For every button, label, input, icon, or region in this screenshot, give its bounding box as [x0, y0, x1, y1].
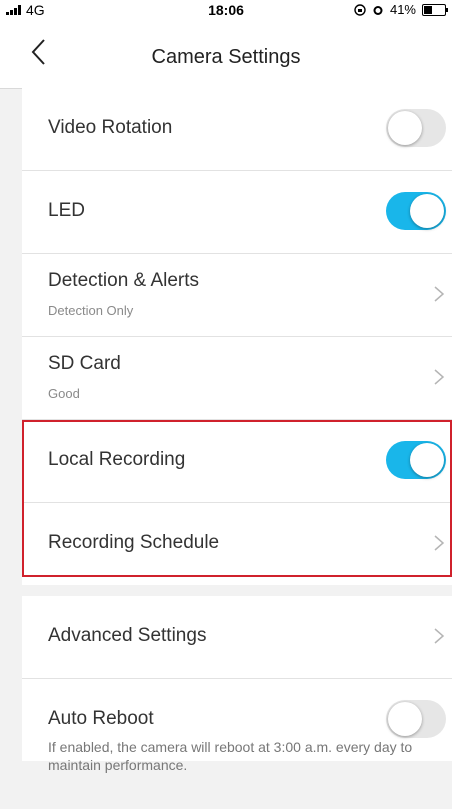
video-rotation-row: Video Rotation	[22, 88, 452, 171]
status-bar: 4G 18:06 41%	[0, 0, 452, 20]
toggle-knob	[388, 702, 422, 736]
video-rotation-toggle[interactable]	[386, 109, 446, 147]
auto-reboot-label: Auto Reboot	[48, 708, 154, 729]
page-title: Camera Settings	[151, 46, 301, 68]
auto-reboot-toggle[interactable]	[386, 700, 446, 738]
video-rotation-label: Video Rotation	[48, 117, 173, 138]
advanced-settings-label: Advanced Settings	[48, 625, 207, 646]
battery-icon	[422, 3, 448, 16]
status-right: 41%	[354, 2, 448, 17]
led-row: LED	[22, 171, 452, 254]
chevron-right-icon	[434, 628, 445, 644]
detection-alerts-value: Detection Only	[48, 303, 134, 318]
local-recording-label: Local Recording	[48, 449, 186, 470]
toggle-knob	[410, 443, 444, 477]
auto-reboot-description: If enabled, the camera will reboot at 3:…	[48, 739, 413, 773]
detection-alerts-label: Detection & Alerts	[48, 270, 200, 291]
battery-fill	[424, 5, 433, 14]
led-label: LED	[48, 200, 85, 221]
sd-card-row[interactable]: SD Card Good	[22, 337, 452, 420]
sd-card-status: Good	[48, 386, 80, 401]
chevron-right-icon	[434, 535, 445, 551]
settings-group-general: Video Rotation LED Detection & Alerts De…	[22, 88, 452, 585]
battery-percent: 41%	[389, 2, 416, 17]
detection-alerts-row[interactable]: Detection & Alerts Detection Only	[22, 254, 452, 337]
chevron-right-icon	[434, 369, 445, 385]
local-recording-toggle[interactable]	[386, 441, 446, 479]
led-toggle[interactable]	[386, 192, 446, 230]
sd-card-label: SD Card	[48, 353, 121, 374]
orientation-lock-icon	[354, 3, 366, 16]
alarm-clock-icon	[373, 5, 383, 15]
recording-schedule-label: Recording Schedule	[48, 532, 220, 553]
recording-schedule-row[interactable]: Recording Schedule	[22, 503, 452, 585]
advanced-settings-row[interactable]: Advanced Settings	[22, 596, 452, 679]
local-recording-row: Local Recording	[22, 420, 452, 503]
nav-bar: Camera Settings	[0, 20, 452, 89]
toggle-knob	[410, 194, 444, 228]
settings-group-advanced: Advanced Settings Auto Reboot	[22, 596, 452, 761]
toggle-knob	[388, 111, 422, 145]
chevron-right-icon	[434, 286, 445, 302]
